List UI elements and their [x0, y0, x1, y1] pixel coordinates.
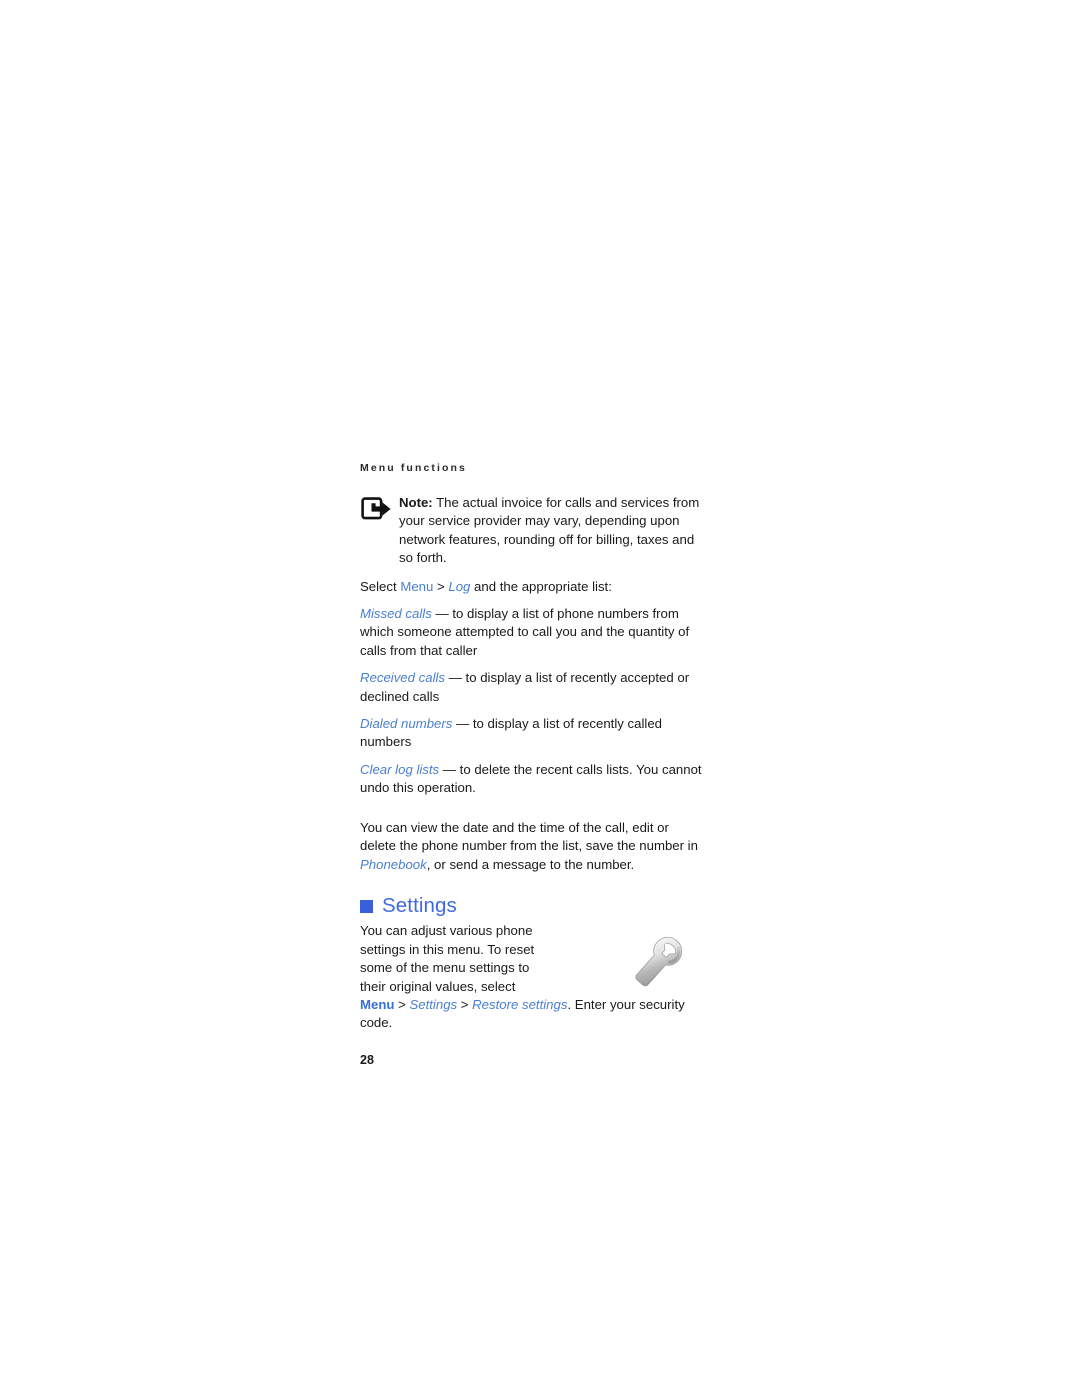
page-number: 28	[360, 1052, 374, 1067]
note-body: The actual invoice for calls and service…	[399, 495, 700, 566]
path-separator: >	[457, 997, 473, 1013]
menu-path-link: Menu	[360, 997, 395, 1013]
log-closing-paragraph: You can view the date and the time of th…	[360, 819, 704, 874]
list-item: Clear log lists — to delete the recent c…	[360, 761, 704, 798]
missed-calls-term: Missed calls	[360, 606, 432, 622]
clear-log-lists-term: Clear log lists	[360, 761, 440, 777]
square-bullet-icon	[360, 899, 373, 913]
log-link: Log	[448, 578, 471, 594]
section-heading-settings: Settings	[360, 893, 704, 917]
log-intro-prefix: Select	[360, 578, 401, 594]
note-callout: Note: The actual invoice for calls and s…	[360, 494, 704, 568]
received-calls-term: Received calls	[360, 670, 446, 686]
list-item: Dialed numbers — to display a list of re…	[360, 715, 704, 752]
path-separator: >	[433, 578, 449, 594]
closing-prefix: You can view the date and the time of th…	[360, 819, 698, 854]
note-label: Note:	[399, 495, 433, 510]
log-intro-paragraph: Select Menu > Log and the appropriate li…	[360, 578, 704, 596]
document-page: Menu functions Note: The actual invoice …	[0, 0, 1080, 1397]
settings-paragraph: You can adjust various phone settings in…	[360, 923, 535, 994]
wrench-icon	[626, 928, 692, 994]
page-title: Settings	[382, 893, 457, 917]
settings-path-line: Menu > Settings > Restore settings. Ente…	[360, 996, 704, 1033]
log-intro-suffix: and the appropriate list:	[470, 578, 612, 594]
path-separator: >	[394, 997, 410, 1013]
page-content-column: Menu functions Note: The actual invoice …	[360, 462, 704, 1067]
list-item: Received calls — to display a list of re…	[360, 669, 704, 706]
dialed-numbers-term: Dialed numbers	[360, 716, 453, 732]
note-text: Note: The actual invoice for calls and s…	[399, 494, 704, 568]
running-head: Menu functions	[360, 462, 467, 474]
note-arrow-icon	[361, 497, 392, 520]
settings-path-link: Settings	[409, 997, 458, 1013]
phonebook-link: Phonebook	[360, 856, 427, 872]
menu-link: Menu	[400, 578, 434, 594]
list-item: Missed calls — to display a list of phon…	[360, 605, 704, 660]
closing-suffix: , or send a message to the number.	[426, 856, 635, 872]
restore-settings-path-link: Restore settings	[472, 997, 568, 1013]
